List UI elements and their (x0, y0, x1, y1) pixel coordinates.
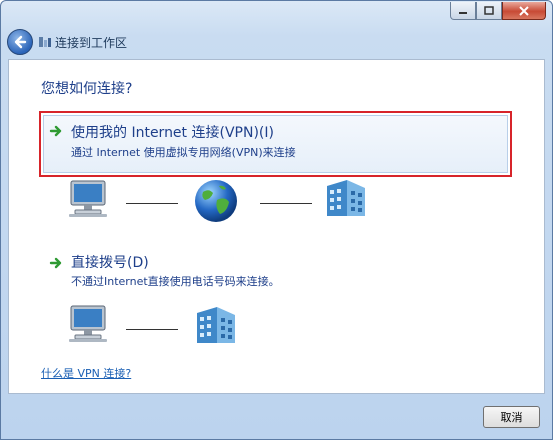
computer-icon (69, 180, 107, 217)
connection-line (126, 203, 178, 204)
connection-line (260, 203, 312, 204)
dialog-footer: 取消 (1, 394, 552, 440)
network-connection-icon (39, 37, 51, 47)
option-dialup-title: 直接拨号(D) (71, 255, 149, 271)
globe-icon (195, 180, 237, 222)
option-dialup-description: 不通过Internet直接使用电话号码来连接。 (71, 275, 280, 288)
window-title: 连接到工作区 (55, 36, 128, 50)
building-icon (197, 307, 235, 343)
building-icon (327, 180, 365, 216)
close-icon (519, 5, 529, 16)
page-heading: 您想如何连接? (41, 81, 133, 97)
computer-icon (69, 305, 107, 342)
maximize-icon (484, 5, 494, 15)
maximize-button[interactable] (476, 2, 502, 20)
title-bar (1, 1, 552, 27)
minimize-button[interactable] (450, 2, 476, 20)
window-controls (450, 2, 546, 20)
option-vpn-title: 使用我的 Internet 连接(VPN)(I) (71, 125, 274, 141)
option-vpn-description: 通过 Internet 使用虚拟专用网络(VPN)来连接 (71, 146, 296, 159)
back-arrow-icon (14, 35, 27, 49)
what-is-vpn-link[interactable]: 什么是 VPN 连接? (41, 365, 131, 381)
cancel-button[interactable]: 取消 (483, 406, 540, 428)
connection-line (126, 329, 178, 330)
connect-to-workplace-window: 连接到工作区 您想如何连接? 使用我的 Internet 连接(VPN)(I) … (0, 0, 553, 440)
back-button[interactable] (7, 29, 33, 55)
content-panel: 您想如何连接? 使用我的 Internet 连接(VPN)(I) 通过 Inte… (8, 59, 545, 394)
minimize-icon (459, 11, 467, 14)
close-button[interactable] (502, 2, 546, 20)
green-arrow-icon (49, 257, 62, 269)
navigation-bar: 连接到工作区 (1, 25, 552, 59)
green-arrow-icon (49, 125, 62, 137)
